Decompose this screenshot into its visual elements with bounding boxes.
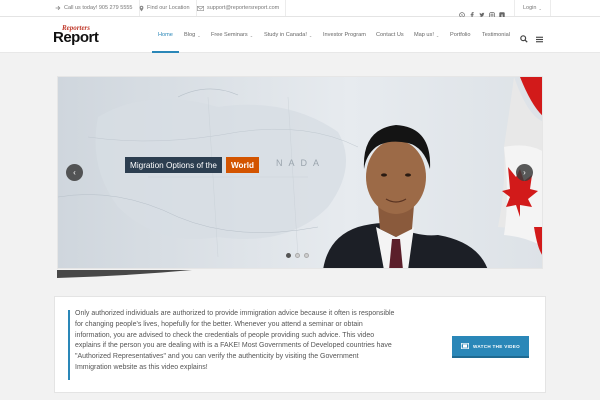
site-header: Reporters Report Home Blog ⌄ Free Semina… [0,17,600,53]
login-dropdown[interactable]: Login ⌄ [514,0,551,16]
location-text: Find our Location [147,5,190,11]
slider-prev-button[interactable]: ‹ [66,164,83,181]
chevron-left-icon: ‹ [73,168,76,177]
location-link[interactable]: Find our Location [139,0,197,16]
slider-next-button[interactable]: › [516,164,533,181]
chevron-right-icon: › [523,168,526,177]
slider-dot[interactable] [286,253,291,258]
nav-study-in-canada[interactable]: Study in Canada! ⌄ [264,17,312,53]
phone-link[interactable]: Call us today! 905 279 5555 [55,0,140,16]
chevron-down-icon: ⌄ [538,5,542,11]
nav-home[interactable]: Home [152,17,179,53]
phone-text: Call us today! 905 279 5555 [64,5,133,11]
notice-accent-bar [68,310,70,380]
film-icon [460,343,469,349]
nav-contact-us[interactable]: Contact Us [376,17,404,53]
nav-study-in-canada-label: Study in Canada! [264,32,307,38]
caption-text: Migration Options of the [125,157,222,173]
chevron-down-icon: ⌄ [308,32,313,38]
nav-free-seminars[interactable]: Free Seminars ⌄ [211,17,253,53]
chevron-down-icon: ⌄ [249,32,254,38]
slider-dot[interactable] [295,253,300,258]
skype-icon[interactable]: S [459,5,465,18]
watch-video-button[interactable]: WATCH THE VIDEO [452,336,529,358]
login-label: Login [523,5,537,11]
phone-icon [55,5,61,11]
caption-highlight: World [225,157,259,173]
slider-shadow [57,270,192,278]
nav-blog-label: Blog [184,32,196,38]
twitter-icon[interactable] [479,5,485,17]
nav-home-label: Home [158,32,173,38]
instagram-icon[interactable] [489,5,495,18]
slider-dot[interactable] [304,253,309,258]
map-label: NADA [276,158,325,168]
notice-box: Only authorized individuals are authoriz… [54,296,546,393]
nav-portfolio[interactable]: Portfolio [450,17,471,53]
facebook-icon[interactable] [469,5,475,18]
email-text: support@reportersreport.com [207,5,280,11]
nav-portfolio-label: Portfolio [450,32,471,38]
menu-icon[interactable] [536,30,546,43]
nav-map-us-label: Map us! [414,32,434,38]
hero-image: NADA [58,77,542,268]
email-link[interactable]: support@reportersreport.com [197,0,287,16]
envelope-icon [197,5,204,11]
chevron-down-icon: ⌄ [435,32,440,38]
nav-testimonial-label: Testimonial [482,32,510,38]
nav-blog[interactable]: Blog ⌄ [184,17,201,53]
site-logo[interactable]: Reporters Report [53,23,105,47]
slide-caption: Migration Options of the World [125,157,259,173]
slider-pagination [286,253,309,258]
nav-testimonial[interactable]: Testimonial [482,17,510,53]
nav-contact-us-label: Contact Us [376,32,404,38]
nav-free-seminars-label: Free Seminars [211,32,248,38]
nav-map-us[interactable]: Map us! ⌄ [414,17,439,53]
top-bar: Call us today! 905 279 5555 Find our Loc… [0,0,600,18]
social-links: S g [459,0,505,18]
logo-line-2: Report [53,29,99,46]
chevron-down-icon: ⌄ [197,32,201,38]
map-pin-icon [139,5,144,11]
notice-text: Only authorized individuals are authoriz… [75,310,395,371]
nav-investor-program-label: Investor Program [323,32,366,38]
nav-investor-program[interactable]: Investor Program [323,17,366,53]
google-plus-icon[interactable]: g [499,5,505,18]
watch-video-label: WATCH THE VIDEO [472,343,521,349]
search-icon[interactable] [520,30,530,43]
